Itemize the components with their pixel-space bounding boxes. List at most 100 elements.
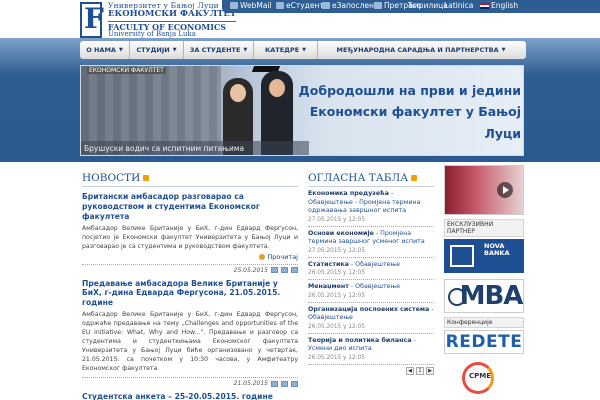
cyrillic-label: Ћирилица (408, 1, 448, 10)
nav-label: ЗА СТУДЕНТЕ (189, 46, 241, 54)
mba-banner[interactable]: MBA (444, 279, 524, 313)
news-item: Предавање амбасадора Велике Британије у … (82, 279, 298, 387)
ezaposleni-label: eЗапослени (332, 1, 379, 10)
nav-item-za-studente[interactable]: ЗА СТУДЕНТЕ ▼ (184, 41, 254, 59)
news-item: Британски амбасадор разговарао са руково… (82, 192, 298, 274)
bank-emblem-icon (450, 245, 474, 267)
board-subject: Основи економије (308, 229, 374, 237)
chevron-down-icon: ▼ (118, 47, 123, 53)
chevron-down-icon: ▼ (172, 47, 177, 53)
nav-item-katedre[interactable]: КАТЕДРЕ ▼ (254, 41, 318, 59)
lang-english[interactable]: English (480, 1, 518, 10)
banner-caption[interactable]: Брушуски водич са испитним питањима (81, 141, 309, 155)
welcome-line-1: Добродошли на први и једини (298, 83, 521, 98)
board-item[interactable]: Статистика - Обавјештење 26.05.2015 у 12… (308, 258, 434, 280)
next-page-button[interactable]: ▶ (426, 366, 434, 375)
cpme-label: CPME (469, 372, 492, 380)
lang-latinica[interactable]: Latinica (444, 1, 473, 10)
read-more-link[interactable]: Прочитај (82, 253, 298, 261)
cpme-banner[interactable]: CPME (444, 358, 524, 396)
board-item[interactable]: Менаџмент - Обавјештење 26.05.2015 у 12:… (308, 280, 434, 303)
rss-icon[interactable] (143, 175, 150, 181)
bank-name: NOVA BANKA (484, 242, 510, 258)
news-item-title[interactable]: Студентска анкета – 25-20.05.2015. годин… (82, 392, 298, 400)
faculty-logo[interactable]: F (80, 2, 104, 38)
nova-banka-banner[interactable]: NOVA BANKA (444, 239, 524, 273)
bank-name-line2: BANKA (484, 249, 510, 258)
board-date: 26.05.2015 у 12:05 (308, 354, 366, 361)
building-sign: ЕКОНОМСКИ ФАКУЛТЕТ (87, 67, 166, 74)
english-label: English (491, 1, 519, 10)
redete-banner[interactable]: REDETE (444, 330, 524, 354)
faculty-name[interactable]: Универзитет у Бањој Луци ЕКОНОМСКИ ФАКУЛ… (108, 2, 237, 39)
board-item[interactable]: Основи економије - Промјена термина завр… (308, 227, 434, 258)
print-icon[interactable] (291, 380, 298, 387)
page-1-button[interactable]: 1 (416, 366, 424, 375)
read-more-icon (259, 253, 266, 260)
play-icon[interactable] (497, 182, 513, 198)
board-text: Организација пословних система - Обавјеш… (308, 306, 434, 323)
video-thumbnail[interactable] (444, 165, 524, 215)
board-description: - Обавјештење (348, 260, 401, 268)
board-subject: Менаџмент (308, 283, 349, 290)
board-date: 26.05.2015 у 12:05 (308, 292, 366, 299)
board-text: Теорија и политика биланса - Усмени дио … (308, 337, 434, 354)
hero-banner[interactable]: ЕКОНОМСКИ ФАКУЛТЕТ Добродошли на први и … (80, 65, 524, 156)
student-icon (276, 2, 284, 9)
chevron-down-icon: ▼ (501, 47, 506, 53)
chevron-down-icon: ▼ (302, 47, 307, 53)
search-icon (374, 2, 382, 9)
mail-icon (230, 2, 238, 9)
uk-flag-icon (480, 2, 489, 9)
board-item[interactable]: Организација пословних система - Обавјеш… (308, 303, 434, 334)
pdf-icon[interactable] (281, 380, 288, 387)
mba-label: MBA (459, 281, 524, 311)
news-meta: 21.05.2015 (82, 377, 298, 387)
welcome-line-2: Економски факултет у Бањој Луци (309, 104, 521, 141)
board-heading: ОГЛАСНА ТАБЛА (308, 172, 434, 187)
webmail-link[interactable]: WebMail (230, 1, 272, 10)
nav-label: КАТЕДРЕ (264, 46, 300, 54)
pdf-icon[interactable] (281, 267, 288, 274)
news-item-body: Амбасадор Велике Британије у БиХ, г-дин … (82, 311, 298, 373)
main-nav: О НАМА ▼ СТУДИЈИ ▼ ЗА СТУДЕНТЕ ▼ КАТЕДРЕ ▼ М… (80, 41, 526, 59)
board-text: Основи економије - Промјена термина завр… (308, 230, 434, 247)
partners-sidebar: ЕКСКЛУЗИВНИ ПАРТНЕР NOVA BANKA MBA Конфе… (444, 165, 524, 396)
news-item-title[interactable]: Предавање амбасадора Велике Британије у … (82, 279, 298, 309)
notice-board: ОГЛАСНА ТАБЛА Економика предузећа - Обав… (308, 172, 434, 375)
board-subject: Економика предузећа (308, 190, 389, 197)
news-item: Студентска анкета – 25-20.05.2015. годин… (82, 392, 298, 400)
nav-item-studiji[interactable]: СТУДИЈИ ▼ (130, 41, 184, 59)
board-subject: Статистика (308, 260, 349, 268)
nav-label: О НАМА (86, 46, 116, 54)
board-date: 27.05.2015 у 12:05 (308, 216, 366, 223)
email-icon[interactable] (271, 380, 278, 387)
news-date: 21.05.2015 (233, 380, 268, 387)
lang-cyrillic[interactable]: Ћирилица (408, 1, 448, 10)
nav-item-international[interactable]: МЕЂУНАРОДНА САРАДЊА И ПАРТНЕРСТВА ▼ (318, 41, 524, 59)
email-icon[interactable] (271, 267, 278, 274)
nav-label: СТУДИЈИ (136, 46, 170, 54)
board-text: Економика предузећа - Обавјештење - Пром… (308, 190, 434, 216)
staff-icon (322, 2, 330, 9)
top-utility-bar: WebMail eСтудент eЗапослени Претрага Ћир… (222, 0, 600, 13)
board-subject: Организација пословних система (308, 305, 430, 313)
logo-letter: F (84, 2, 104, 35)
chevron-down-icon: ▼ (243, 47, 248, 53)
board-item[interactable]: Економика предузећа - Обавјештење - Пром… (308, 187, 434, 227)
board-subject: Теорија и политика биланса (308, 336, 412, 344)
read-more-label: Прочитај (267, 252, 298, 261)
nav-item-o-nama[interactable]: О НАМА ▼ (80, 41, 130, 59)
print-icon[interactable] (291, 267, 298, 274)
board-item[interactable]: Теорија и политика биланса - Усмени дио … (308, 334, 434, 365)
welcome-text: Добродошли на први и једини Економски фа… (293, 80, 521, 144)
ezaposleni-link[interactable]: eЗапослени (322, 1, 379, 10)
rss-icon[interactable] (411, 175, 418, 181)
news-item-body: Амбасадор Велике Британије у БиХ, г-дин … (82, 224, 298, 250)
face-shape (230, 84, 246, 102)
estudent-link[interactable]: eСтудент (276, 1, 324, 10)
estudent-label: eСтудент (286, 1, 324, 10)
board-description: - Обавјештење (348, 283, 401, 290)
news-item-title[interactable]: Британски амбасадор разговарао са руково… (82, 192, 298, 222)
prev-page-button[interactable]: ◀ (406, 366, 414, 375)
